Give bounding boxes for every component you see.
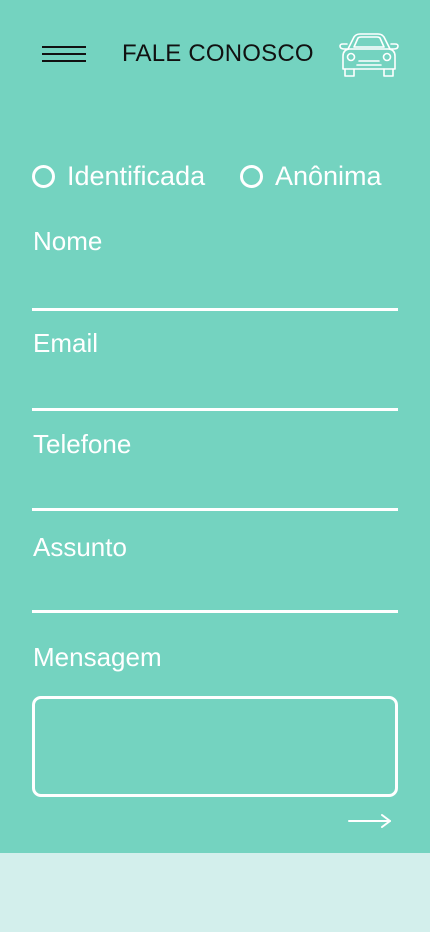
page-title: FALE CONOSCO	[122, 40, 314, 67]
email-label: Email	[33, 328, 99, 358]
radio-identified-label: Identificada	[67, 160, 206, 191]
bottom-area	[0, 853, 430, 932]
arrow-right-icon[interactable]	[344, 806, 396, 836]
radio-anonymous-label: Anônima	[275, 160, 382, 191]
car-icon	[339, 33, 399, 77]
hamburger-menu-icon[interactable]	[38, 42, 90, 68]
name-label: Nome	[33, 226, 103, 256]
radio-circle-icon[interactable]	[240, 164, 263, 188]
phone-label: Telefone	[33, 429, 132, 459]
radio-identified[interactable]: Identificada	[32, 158, 205, 194]
name-input[interactable]	[32, 268, 398, 311]
message-label: Mensagem	[33, 642, 162, 672]
message-textarea[interactable]	[32, 696, 398, 797]
phone-input[interactable]	[32, 468, 398, 511]
radio-circle-icon[interactable]	[32, 164, 55, 188]
subject-label: Assunto	[33, 532, 127, 562]
email-input[interactable]	[32, 368, 398, 411]
contact-screen: FALE CONOSCO Identificada Anônima Nome E…	[0, 0, 430, 853]
subject-input[interactable]	[32, 570, 398, 613]
radio-anonymous[interactable]: Anônima	[240, 158, 382, 194]
